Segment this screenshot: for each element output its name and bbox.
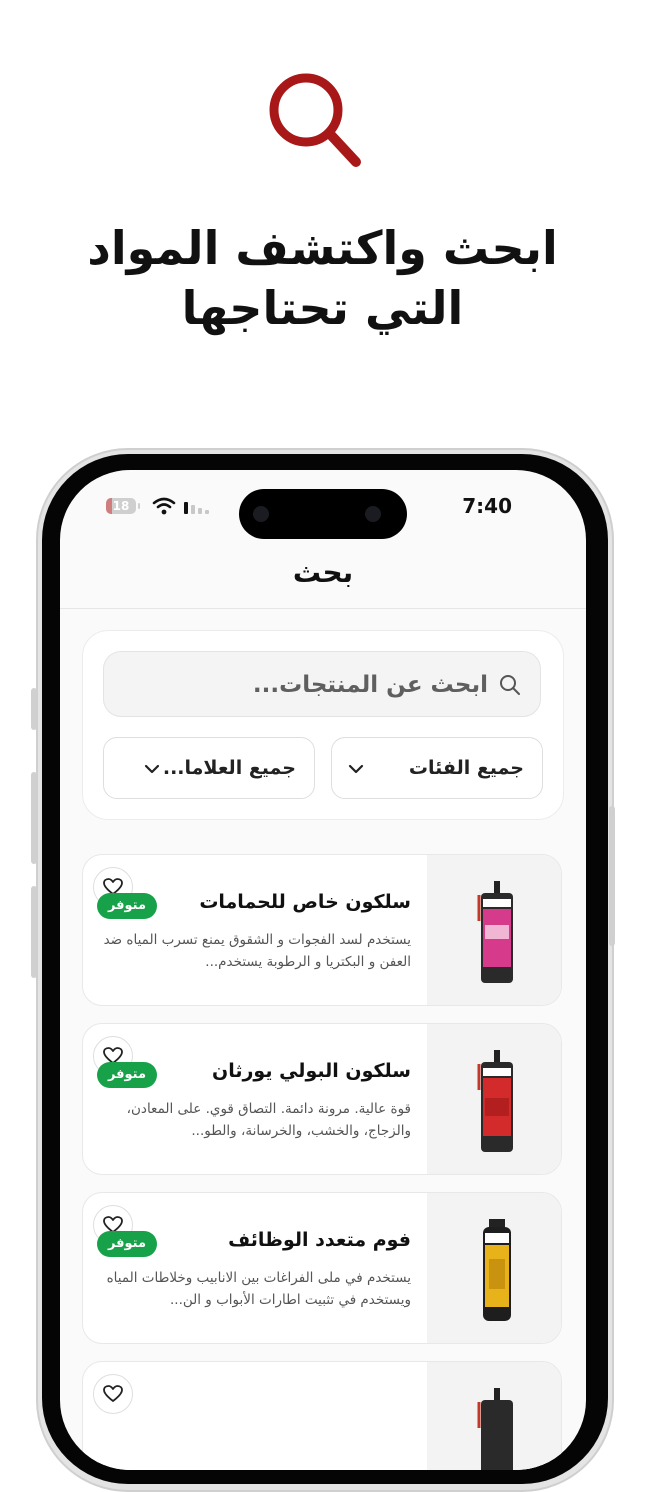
product-image bbox=[427, 855, 561, 1005]
product-card[interactable] bbox=[82, 1361, 562, 1470]
product-tube-image bbox=[483, 1219, 511, 1321]
status-bar: 18 7:40 bbox=[60, 470, 586, 540]
product-tube-image bbox=[477, 881, 513, 983]
availability-badge: متوفر bbox=[97, 1062, 157, 1088]
chevron-down-icon bbox=[348, 764, 364, 774]
action-button bbox=[31, 688, 37, 730]
power-button bbox=[609, 806, 615, 946]
search-icon bbox=[500, 675, 520, 695]
product-tube-image bbox=[477, 1050, 513, 1152]
headline-line-2: التي تحتاجها bbox=[181, 281, 464, 335]
cellular-signal-icon bbox=[184, 502, 209, 514]
battery-icon: 18 bbox=[106, 498, 140, 514]
headline-line-1: ابحث واكتشف المواد bbox=[87, 221, 558, 275]
search-field[interactable] bbox=[103, 651, 541, 718]
chevron-down-icon bbox=[144, 764, 160, 774]
page-title: بحث bbox=[292, 556, 354, 589]
search-icon bbox=[269, 73, 361, 167]
search-input[interactable] bbox=[120, 652, 490, 718]
product-image bbox=[427, 1024, 561, 1174]
brand-dropdown[interactable]: جميع العلاما... bbox=[103, 737, 315, 799]
product-card[interactable]: سلكون خاص للحمامات يستخدم لسد الفجوات و … bbox=[82, 854, 562, 1006]
wifi-icon bbox=[152, 497, 176, 515]
product-title: سلكون البولي يورثان bbox=[212, 1060, 411, 1082]
phone-screen: 18 7:40 بحث جميع ال bbox=[60, 470, 586, 1470]
brand-dropdown-label: جميع العلاما... bbox=[162, 757, 296, 779]
availability-badge: متوفر bbox=[97, 893, 157, 919]
product-title: فوم متعدد الوظائف bbox=[228, 1229, 411, 1251]
availability-badge: متوفر bbox=[97, 1231, 157, 1257]
category-dropdown-label: جميع الفئات bbox=[408, 757, 524, 779]
nav-divider bbox=[60, 608, 586, 609]
heart-icon bbox=[103, 1385, 123, 1402]
product-title: سلكون خاص للحمامات bbox=[199, 891, 411, 913]
product-image bbox=[427, 1193, 561, 1343]
product-description: يستخدم في ملى الفراغات بين الانابيب وخلا… bbox=[106, 1270, 411, 1308]
product-image bbox=[427, 1362, 561, 1470]
product-card[interactable]: فوم متعدد الوظائف يستخدم في ملى الفراغات… bbox=[82, 1192, 562, 1344]
product-description: يستخدم لسد الفجوات و الشقوق يمنع تسرب ال… bbox=[103, 932, 411, 970]
search-filter-card: جميع الفئات جميع العلاما... bbox=[82, 630, 564, 820]
category-dropdown[interactable]: جميع الفئات bbox=[331, 737, 543, 799]
status-time: 7:40 bbox=[462, 494, 512, 518]
product-description: قوة عالية. مرونة دائمة. التصاق قوي. على … bbox=[126, 1101, 411, 1139]
volume-up-button bbox=[31, 772, 37, 864]
favorite-button[interactable] bbox=[93, 1374, 133, 1414]
product-tube-image bbox=[477, 1388, 513, 1470]
volume-down-button bbox=[31, 886, 37, 978]
battery-level: 18 bbox=[112, 499, 130, 513]
headline: ابحث واكتشف المواد التي تحتاجها bbox=[0, 218, 645, 338]
product-card[interactable]: سلكون البولي يورثان قوة عالية. مرونة دائ… bbox=[82, 1023, 562, 1175]
dynamic-island bbox=[239, 489, 407, 539]
